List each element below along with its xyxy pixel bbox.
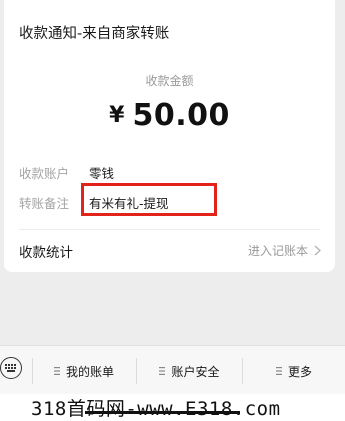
payment-stats-label[interactable]: 收款统计: [19, 241, 73, 261]
amount-value: 50.00: [132, 98, 230, 133]
currency-symbol: ¥: [109, 103, 125, 128]
menu-account-security-label: 账户安全: [171, 364, 220, 379]
menu-my-bill-label: 我的账单: [65, 364, 114, 379]
amount-label: 收款金额: [145, 74, 194, 88]
payment-notification-card: 收款通知-来自商家转账 收款金额 ¥ 50.00 收款账户 零钱 转账备注 有米…: [4, 0, 335, 272]
ledger-link[interactable]: 进入记账本: [248, 242, 321, 259]
receiving-account-value: 零钱: [89, 166, 115, 181]
card-title: 收款通知-来自商家转账: [19, 26, 170, 42]
bottom-menu-bar: 我的账单 账户安全 更多: [0, 345, 345, 395]
menu-more-label: 更多: [287, 364, 312, 379]
watermark-text: 318首码网-www.E318.com: [31, 398, 281, 420]
remark-highlight-box: [81, 183, 217, 216]
receiving-account-label: 收款账户: [19, 166, 70, 181]
keyboard-icon[interactable]: [0, 357, 22, 379]
menu-more[interactable]: 更多: [243, 346, 345, 396]
watermark-strike: [85, 411, 240, 414]
menu-lines-icon: [159, 367, 166, 375]
menu-lines-icon: [275, 367, 282, 375]
watermark-banner: 318首码网-www.E318.com: [0, 394, 345, 421]
chevron-right-icon: [314, 245, 321, 256]
divider: [19, 229, 320, 230]
menu-account-security[interactable]: 账户安全: [137, 346, 242, 396]
transfer-remark-label: 转账备注: [19, 196, 70, 211]
menu-my-bill[interactable]: 我的账单: [32, 346, 136, 396]
amount-display: ¥ 50.00: [4, 98, 335, 133]
menu-lines-icon: [53, 367, 60, 375]
ledger-link-label: 进入记账本: [247, 244, 308, 258]
